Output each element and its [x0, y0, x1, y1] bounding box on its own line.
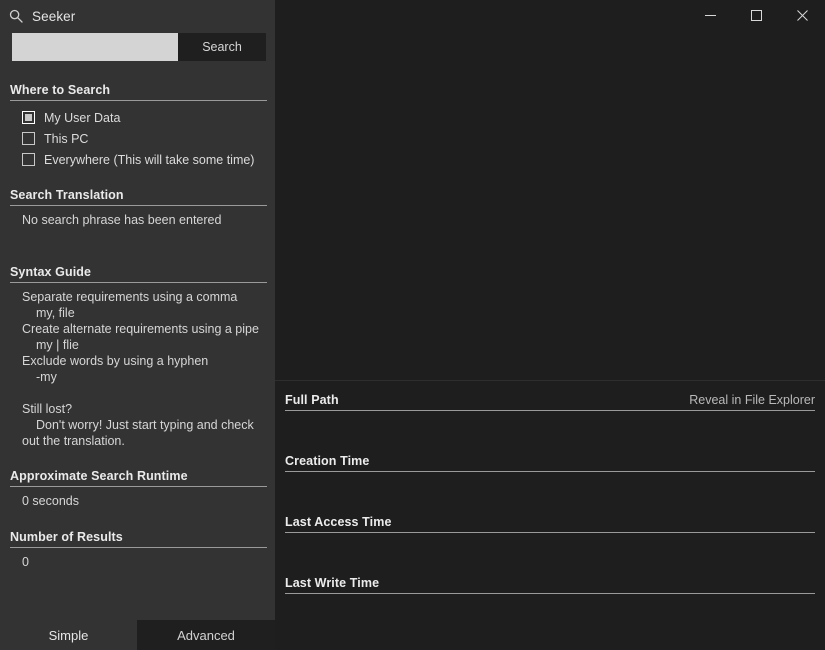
where-to-search-section: Where to Search: [10, 83, 267, 101]
results-list[interactable]: [275, 32, 825, 380]
where-to-search-heading: Where to Search: [10, 83, 267, 101]
app-header: Seeker: [0, 0, 275, 32]
results-count-section: Number of Results 0: [10, 530, 267, 570]
detail-full-path-header: Full Path Reveal in File Explorer: [285, 393, 815, 411]
detail-full-path-label: Full Path: [285, 393, 339, 407]
syntax-guide-line: my | flie: [36, 338, 79, 352]
still-lost-body: Don't worry! Just start typing and check…: [22, 418, 254, 448]
radio-this-pc[interactable]: This PC: [10, 128, 267, 149]
search-input[interactable]: [12, 33, 178, 61]
syntax-guide-section: Syntax Guide Separate requirements using…: [10, 265, 267, 449]
syntax-guide-line: Exclude words by using a hyphen: [22, 354, 209, 368]
search-button[interactable]: Search: [178, 33, 266, 61]
radio-everywhere-box[interactable]: [22, 153, 35, 166]
details-divider: [275, 380, 825, 381]
still-lost-title: Still lost?: [22, 402, 73, 416]
radio-this-pc-label: This PC: [44, 131, 89, 146]
detail-last-access-time-value: [285, 533, 815, 548]
syntax-guide-line: my, file: [36, 306, 75, 320]
detail-creation-time-header: Creation Time: [285, 454, 815, 472]
search-icon: [7, 7, 25, 25]
results-count-value: 0: [22, 555, 29, 569]
radio-my-user-data[interactable]: My User Data: [10, 107, 267, 128]
detail-last-write-time-header: Last Write Time: [285, 576, 815, 594]
seeker-window: Full Path Reveal in File Explorer Creati…: [0, 0, 825, 650]
reveal-in-file-explorer-link[interactable]: Reveal in File Explorer: [689, 393, 815, 407]
runtime-heading: Approximate Search Runtime: [10, 469, 267, 487]
detail-full-path: Full Path Reveal in File Explorer: [285, 393, 815, 426]
detail-last-write-time-label: Last Write Time: [285, 576, 380, 590]
syntax-guide-line: Create alternate requirements using a pi…: [22, 322, 259, 336]
detail-last-access-time-label: Last Access Time: [285, 515, 392, 529]
search-translation-section: Search Translation No search phrase has …: [10, 188, 267, 228]
radio-my-user-data-label: My User Data: [44, 110, 121, 125]
detail-creation-time: Creation Time: [285, 454, 815, 487]
runtime-value: 0 seconds: [22, 494, 79, 508]
detail-last-access-time-header: Last Access Time: [285, 515, 815, 533]
tab-advanced[interactable]: Advanced: [137, 620, 275, 650]
detail-last-access-time: Last Access Time: [285, 515, 815, 548]
syntax-guide-heading: Syntax Guide: [10, 265, 267, 283]
radio-my-user-data-box[interactable]: [22, 111, 35, 124]
search-bar: Search: [12, 33, 266, 61]
search-translation-value: No search phrase has been entered: [22, 213, 222, 227]
right-panel: Full Path Reveal in File Explorer Creati…: [275, 0, 825, 650]
detail-creation-time-label: Creation Time: [285, 454, 370, 468]
tab-simple[interactable]: Simple: [0, 620, 137, 650]
maximize-button[interactable]: [733, 0, 779, 31]
close-button[interactable]: [779, 0, 825, 31]
minimize-button[interactable]: [687, 0, 733, 31]
minimize-icon: [704, 10, 716, 21]
detail-last-write-time: Last Write Time: [285, 576, 815, 609]
window-titlebar[interactable]: [275, 0, 825, 32]
syntax-guide-line: -my: [36, 370, 57, 384]
tab-bar: Simple Advanced: [0, 620, 275, 650]
detail-full-path-value: [285, 411, 815, 426]
where-to-search-options: My User Data This PC Everywhere (This wi…: [10, 107, 267, 170]
radio-everywhere-label: Everywhere (This will take some time): [44, 152, 255, 167]
syntax-guide-body: Separate requirements using a comma my, …: [10, 283, 267, 449]
detail-last-write-time-value: [285, 594, 815, 609]
left-panel: Seeker Search Where to Search My User Da…: [0, 0, 275, 620]
app-title: Seeker: [32, 8, 76, 24]
close-icon: [796, 10, 808, 21]
search-translation-heading: Search Translation: [10, 188, 267, 206]
syntax-guide-line: Separate requirements using a comma: [22, 290, 238, 304]
radio-everywhere[interactable]: Everywhere (This will take some time): [10, 149, 267, 170]
maximize-icon: [750, 10, 762, 21]
runtime-section: Approximate Search Runtime 0 seconds: [10, 469, 267, 509]
results-count-heading: Number of Results: [10, 530, 267, 548]
detail-creation-time-value: [285, 472, 815, 487]
radio-this-pc-box[interactable]: [22, 132, 35, 145]
